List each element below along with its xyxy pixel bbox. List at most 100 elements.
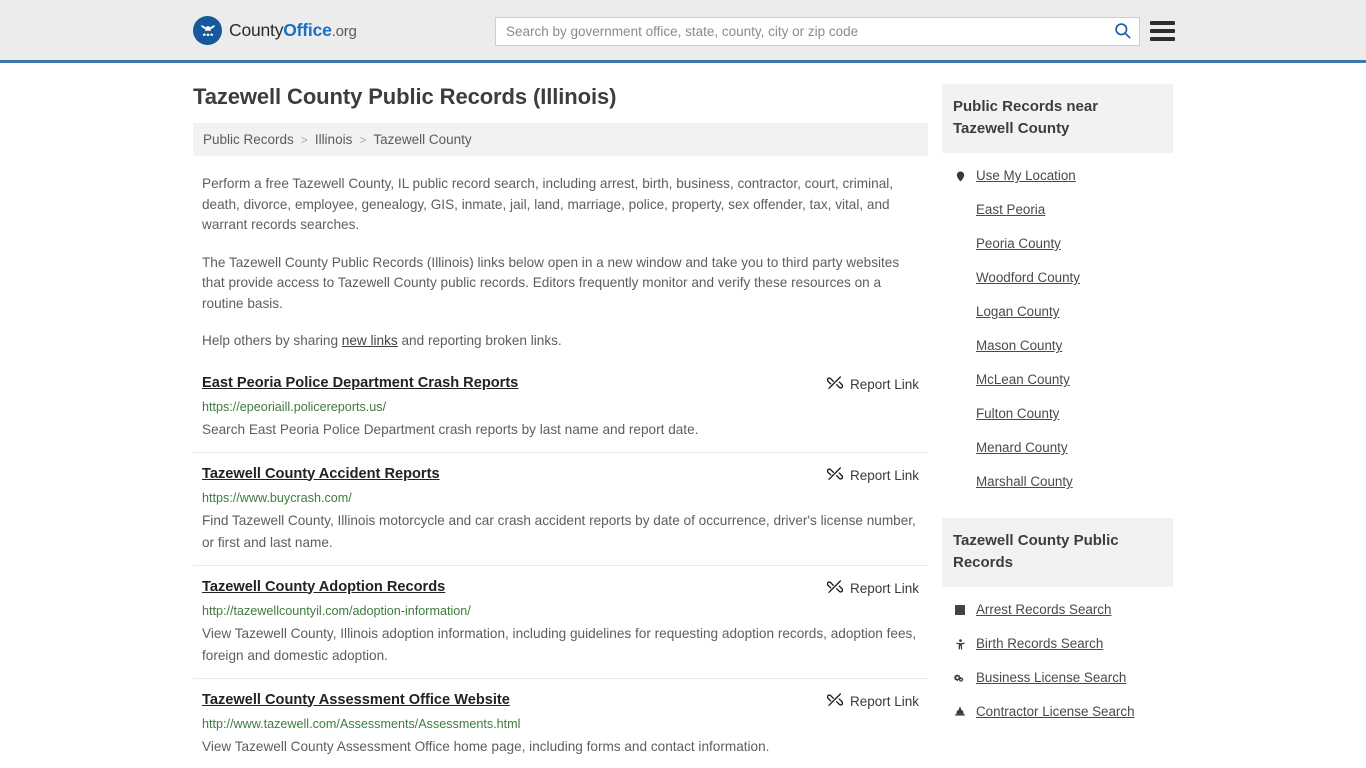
hamburger-menu-icon[interactable] [1150, 19, 1175, 43]
sidebar-records-heading: Tazewell County Public Records [942, 518, 1173, 587]
sidebar-link[interactable]: Fulton County [976, 406, 1059, 422]
result-header: Tazewell County Adoption Records Report … [202, 578, 919, 598]
report-link-label: Report Link [849, 580, 919, 596]
report-link-button[interactable]: Report Link [826, 466, 919, 485]
logo-text-tld: .org [331, 22, 357, 40]
spacer-icon [953, 373, 967, 388]
sidebar-records-box: Tazewell County Public Records Arrest Re… [942, 518, 1173, 729]
intro-text: Perform a free Tazewell County, IL publi… [193, 174, 928, 352]
sidebar-item-business-license-search[interactable]: Business License Search [953, 661, 1173, 695]
result-header: Tazewell County Accident Reports Report … [202, 465, 919, 485]
sidebar-item-mason-county[interactable]: Mason County [953, 329, 1173, 363]
sidebar-item-peoria-county[interactable]: Peoria County [953, 227, 1173, 261]
sidebar-link[interactable]: Arrest Records Search [976, 602, 1111, 618]
content-container: Tazewell County Public Records (Illinois… [193, 84, 1173, 768]
search-bar [495, 17, 1140, 46]
spacer-icon [953, 407, 967, 422]
site-header: CountyOffice.org [0, 0, 1366, 63]
sidebar-link[interactable]: Contractor License Search [976, 704, 1135, 720]
new-links-link[interactable]: new links [342, 333, 398, 348]
intro-paragraph-1: Perform a free Tazewell County, IL publi… [202, 176, 894, 232]
sidebar-near-box: Public Records near Tazewell County Use … [942, 84, 1173, 499]
sidebar-near-list: Use My Location East Peoria Peoria Count… [942, 153, 1173, 499]
spacer-icon [953, 441, 967, 456]
logo-text: CountyOffice.org [229, 20, 357, 41]
sidebar-link[interactable]: Woodford County [976, 270, 1080, 286]
report-link-button[interactable]: Report Link [826, 579, 919, 598]
result-item: Tazewell County Assessment Office Websit… [193, 677, 928, 768]
breadcrumb-item-public-records[interactable]: Public Records [203, 132, 294, 147]
report-link-label: Report Link [849, 376, 919, 392]
sidebar-link[interactable]: Logan County [976, 304, 1059, 320]
sidebar-item-fulton-county[interactable]: Fulton County [953, 397, 1173, 431]
breadcrumb: Public Records > Illinois > Tazewell Cou… [193, 123, 928, 156]
result-title-link[interactable]: Tazewell County Assessment Office Websit… [202, 691, 510, 709]
spacer-icon [953, 475, 967, 490]
gears-icon [953, 671, 967, 686]
page-title: Tazewell County Public Records (Illinois… [193, 84, 617, 109]
intro-paragraph-3: Help others by sharing new links and rep… [202, 331, 919, 352]
result-description: Find Tazewell County, Illinois motorcycl… [202, 512, 916, 550]
site-logo[interactable]: CountyOffice.org [193, 15, 357, 45]
result-header: East Peoria Police Department Crash Repo… [202, 374, 919, 394]
breadcrumb-separator: > [300, 132, 308, 147]
sidebar-item-east-peoria[interactable]: East Peoria [953, 193, 1173, 227]
sidebar-item-contractor-license-search[interactable]: Contractor License Search [953, 695, 1173, 729]
main-column: Tazewell County Public Records (Illinois… [193, 84, 928, 768]
sidebar-near-heading: Public Records near Tazewell County [942, 84, 1173, 153]
result-item: East Peoria Police Department Crash Repo… [193, 374, 928, 452]
spacer-icon [953, 237, 967, 252]
broken-link-icon [826, 579, 844, 598]
spacer-icon [953, 339, 967, 354]
search-button[interactable] [1105, 18, 1139, 45]
intro-paragraph-2: The Tazewell County Public Records (Illi… [202, 254, 900, 311]
breadcrumb-item-tazewell-county[interactable]: Tazewell County [373, 132, 471, 147]
sidebar-item-birth-records-search[interactable]: Birth Records Search [953, 627, 1173, 661]
sidebar-link[interactable]: Birth Records Search [976, 636, 1103, 652]
sidebar-item-arrest-records-search[interactable]: Arrest Records Search [953, 593, 1173, 627]
map-pin-icon [953, 169, 967, 184]
result-description: View Tazewell County Assessment Office h… [202, 738, 770, 754]
spacer-icon [953, 305, 967, 320]
result-url[interactable]: http://www.tazewell.com/Assessments/Asse… [202, 716, 919, 732]
sidebar-link[interactable]: East Peoria [976, 202, 1045, 218]
result-description: View Tazewell County, Illinois adoption … [202, 625, 917, 663]
sidebar-link[interactable]: Marshall County [976, 474, 1073, 490]
spacer-icon [953, 203, 967, 218]
result-header: Tazewell County Assessment Office Websit… [202, 691, 919, 711]
spacer-icon [953, 271, 967, 286]
sidebar: Public Records near Tazewell County Use … [942, 84, 1173, 768]
result-url[interactable]: http://tazewellcountyil.com/adoption-inf… [202, 603, 919, 619]
sidebar-item-use-my-location[interactable]: Use My Location [953, 159, 1173, 193]
sidebar-item-logan-county[interactable]: Logan County [953, 295, 1173, 329]
report-link-label: Report Link [849, 467, 919, 483]
report-link-button[interactable]: Report Link [826, 375, 919, 394]
result-title-link[interactable]: East Peoria Police Department Crash Repo… [202, 374, 518, 392]
search-input[interactable] [496, 18, 1105, 45]
breadcrumb-item-illinois[interactable]: Illinois [315, 132, 353, 147]
sidebar-link[interactable]: Business License Search [976, 670, 1126, 686]
sidebar-link[interactable]: Peoria County [976, 236, 1061, 252]
result-url[interactable]: https://www.buycrash.com/ [202, 490, 919, 506]
page-body: Tazewell County Public Records (Illinois… [0, 63, 1366, 768]
report-link-button[interactable]: Report Link [826, 692, 919, 711]
sidebar-item-woodford-county[interactable]: Woodford County [953, 261, 1173, 295]
broken-link-icon [826, 375, 844, 394]
result-title-link[interactable]: Tazewell County Accident Reports [202, 465, 440, 483]
sidebar-link[interactable]: McLean County [976, 372, 1070, 388]
result-url[interactable]: https://epeoriaill.policereports.us/ [202, 399, 919, 415]
sidebar-link[interactable]: Mason County [976, 338, 1062, 354]
hamburger-bar [1150, 21, 1175, 25]
report-link-label: Report Link [849, 693, 919, 709]
result-title-link[interactable]: Tazewell County Adoption Records [202, 578, 445, 596]
sidebar-item-mclean-county[interactable]: McLean County [953, 363, 1173, 397]
logo-text-county: County [229, 19, 284, 40]
result-item: Tazewell County Adoption Records Report … [193, 564, 928, 678]
breadcrumb-separator: > [359, 132, 367, 147]
search-icon [1113, 21, 1132, 43]
sidebar-item-menard-county[interactable]: Menard County [953, 431, 1173, 465]
sidebar-link[interactable]: Menard County [976, 440, 1068, 456]
result-item: Tazewell County Accident Reports Report … [193, 451, 928, 565]
sidebar-item-marshall-county[interactable]: Marshall County [953, 465, 1173, 499]
sidebar-link[interactable]: Use My Location [976, 168, 1076, 184]
